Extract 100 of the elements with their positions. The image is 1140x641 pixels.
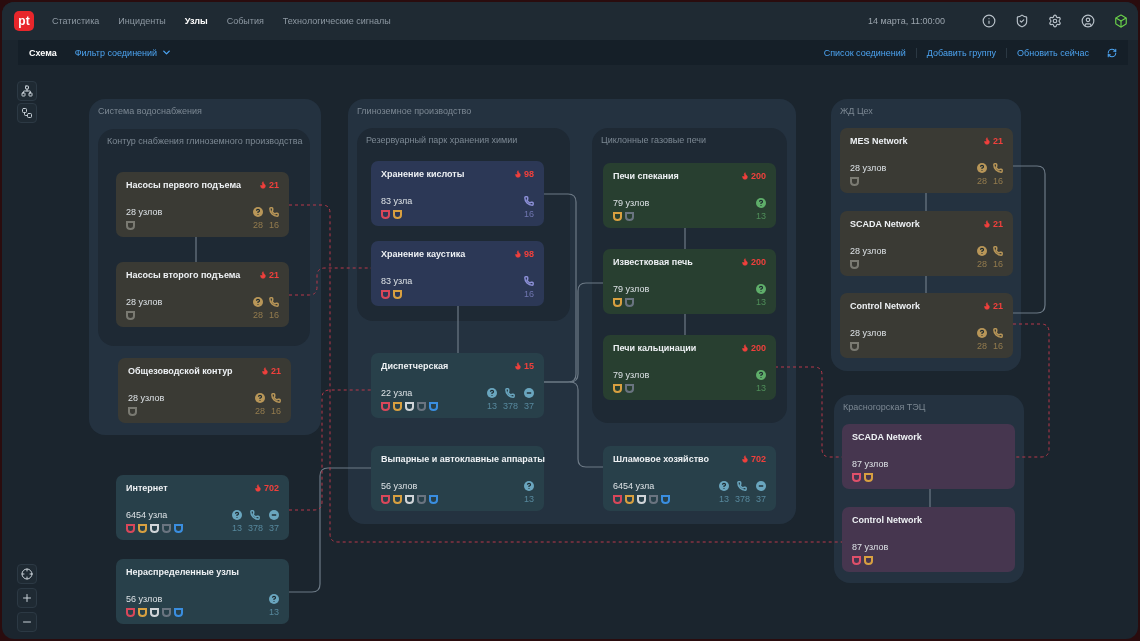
flame-icon <box>983 302 991 310</box>
stat-value: 16 <box>993 259 1003 269</box>
workflow-icon <box>21 107 33 119</box>
connector-line <box>929 488 931 508</box>
node-card[interactable]: MES Network 21 28 узлов 28 16 <box>840 128 1013 193</box>
zoom-out-button[interactable] <box>17 612 37 632</box>
node-count: 28 узлов <box>126 207 163 217</box>
node-count: 28 узлов <box>850 163 887 173</box>
nav-tab[interactable]: Технологические сигналы <box>282 16 391 26</box>
group-title: Циклонные газовые печи <box>601 135 707 145</box>
stat-value: 13 <box>756 383 766 393</box>
alert-count: 200 <box>740 343 766 353</box>
alert-count: 702 <box>253 483 279 493</box>
node-card[interactable]: Известковая печь 200 79 узлов 13 <box>603 249 776 314</box>
node-count: 83 узла <box>381 276 413 286</box>
group-title: Система водоснабжения <box>98 106 202 116</box>
nav-tab[interactable]: События <box>226 16 264 26</box>
plus-icon <box>21 592 33 604</box>
flame-icon <box>259 181 267 189</box>
toolbar-link[interactable]: Добавить группу <box>915 47 1006 58</box>
node-title: Control Network <box>850 301 920 311</box>
node-title: Общезоводской контур <box>128 366 233 376</box>
node-card[interactable]: Шламовое хозяйство 702 6454 узла 13 378 37 <box>603 446 776 511</box>
filter-dropdown[interactable]: Фильтр соединений <box>74 47 173 58</box>
refresh-icon[interactable] <box>1107 47 1117 58</box>
alert-count: 200 <box>740 257 766 267</box>
connector-line <box>195 235 197 263</box>
nav-tab[interactable]: Инциденты <box>118 16 166 26</box>
node-count: 28 узлов <box>126 297 163 307</box>
stat-value: 37 <box>269 523 279 533</box>
stat-value: 16 <box>993 176 1003 186</box>
node-card[interactable]: Печи кальцинации 200 79 узлов 13 <box>603 335 776 400</box>
view-title: Схема <box>29 47 57 58</box>
zoom-in-button[interactable] <box>17 588 37 608</box>
nav-tab[interactable]: Узлы <box>184 16 208 26</box>
node-card[interactable]: Печи спекания 200 79 узлов 13 <box>603 163 776 228</box>
toolbar-link[interactable]: Обновить сейчас <box>1006 47 1099 58</box>
node-title: Насосы первого подъема <box>126 180 241 190</box>
node-card[interactable]: Насосы второго подъема 21 28 узлов 28 16 <box>116 262 289 327</box>
node-title: Известковая печь <box>613 257 693 267</box>
node-card[interactable]: SCADA Network 21 28 узлов 28 16 <box>840 211 1013 276</box>
node-title: Хранение кислоты <box>381 169 465 179</box>
stat-value: 378 <box>734 494 750 504</box>
recenter-button[interactable] <box>17 564 37 584</box>
node-card[interactable]: Выпарные и автоклавные аппараты 56 узлов 13 <box>371 446 544 511</box>
network-icon <box>21 85 33 97</box>
logo[interactable]: pt <box>14 11 34 31</box>
node-count: 79 узлов <box>613 198 650 208</box>
stat-value: 16 <box>993 341 1003 351</box>
alert-count: 98 <box>514 169 534 179</box>
stat-value: 13 <box>269 607 279 617</box>
connector-line <box>684 313 686 336</box>
node-title: Хранение каустика <box>381 249 466 259</box>
flame-icon <box>740 258 749 266</box>
node-title: Control Network <box>852 515 922 525</box>
node-count: 6454 узла <box>126 510 169 520</box>
group-title: Красногорская ТЭЦ <box>843 402 926 412</box>
node-count: 56 узлов <box>126 594 164 604</box>
connector-line <box>684 227 686 250</box>
node-card[interactable]: Насосы первого подъема 21 28 узлов 28 16 <box>116 172 289 237</box>
alert-count: 21 <box>983 219 1003 229</box>
flame-icon <box>514 170 522 178</box>
info-icon[interactable] <box>982 14 996 28</box>
node-title: Печи спекания <box>613 171 679 181</box>
group-title: ЖД Цех <box>840 106 873 116</box>
node-card[interactable]: Диспетчерская 15 22 узла 13 378 37 <box>371 353 544 418</box>
nav-tab[interactable]: Статистика <box>52 16 100 26</box>
node-card[interactable]: Control Network 21 28 узлов 28 16 <box>840 293 1013 358</box>
node-card[interactable]: Нераспределенные узлы 56 узлов 13 <box>116 559 289 624</box>
node-title: Шламовое хозяйство <box>613 454 709 464</box>
user-icon[interactable] <box>1081 14 1095 28</box>
node-count: 22 узла <box>381 388 414 398</box>
workflow-tool-button[interactable] <box>17 103 37 123</box>
toolbar-link[interactable]: Список соединений <box>813 47 916 58</box>
settings-icon[interactable] <box>1048 14 1062 28</box>
node-card[interactable]: SCADA Network 87 узлов <box>842 424 1015 489</box>
stat-value: 13 <box>231 523 242 533</box>
node-card[interactable]: Control Network 87 узлов <box>842 507 1015 572</box>
node-title: Интернет <box>126 483 168 493</box>
date-time: 14 марта, 11:00:00 <box>868 16 945 26</box>
flame-icon <box>253 484 262 492</box>
flame-icon <box>983 220 991 228</box>
stat-value: 378 <box>247 523 263 533</box>
stat-value: 13 <box>718 494 729 504</box>
network-tool-button[interactable] <box>17 81 37 101</box>
node-card[interactable]: Хранение каустика 98 83 узла 16 <box>371 241 544 306</box>
flame-icon <box>740 172 749 180</box>
flame-icon <box>740 455 749 463</box>
node-card[interactable]: Интернет 702 6454 узла 13 378 37 <box>116 475 289 540</box>
stat-value: 28 <box>252 310 263 320</box>
alert-count: 200 <box>740 171 766 181</box>
node-count: 87 узлов <box>852 542 889 552</box>
node-count: 87 узлов <box>852 459 889 469</box>
node-count: 28 узлов <box>128 393 165 403</box>
flame-icon <box>514 250 522 258</box>
shield-check-icon[interactable] <box>1015 14 1029 28</box>
stat-value: 13 <box>756 211 766 221</box>
node-card[interactable]: Хранение кислоты 98 83 узла 16 <box>371 161 544 226</box>
node-card[interactable]: Общезоводской контур 21 28 узлов 28 16 <box>118 358 291 423</box>
cube-icon[interactable] <box>1114 14 1128 28</box>
